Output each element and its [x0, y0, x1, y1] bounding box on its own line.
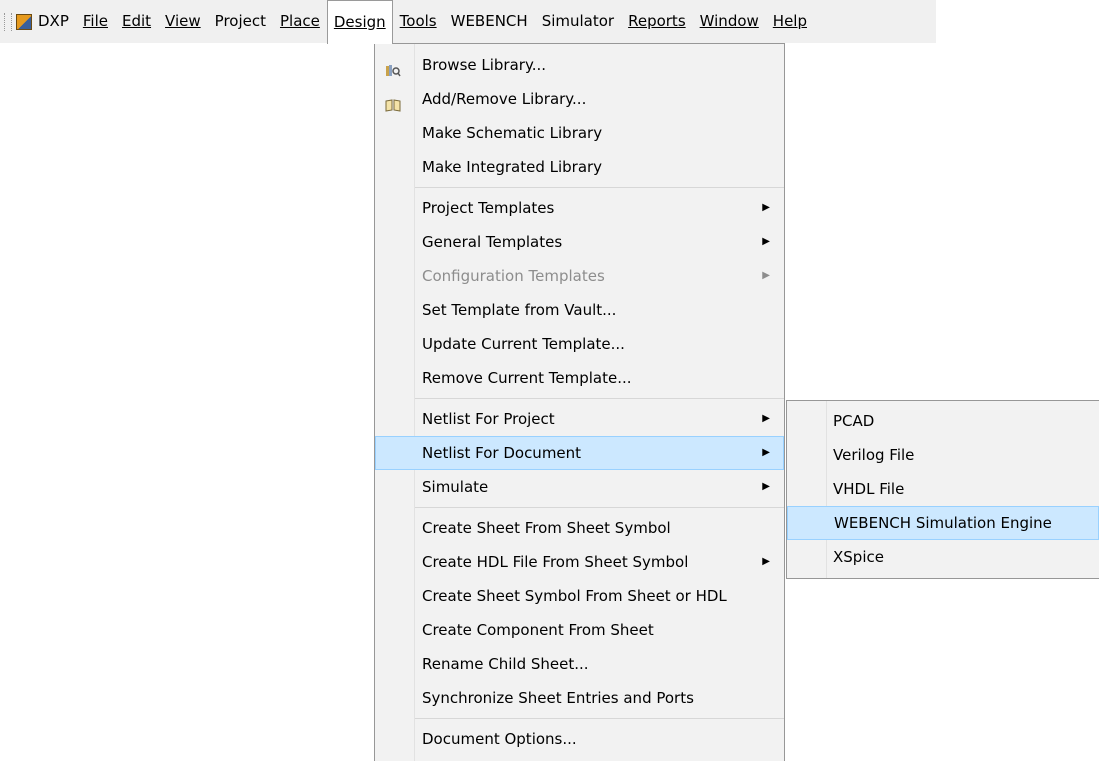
- menu-item-update-current-template[interactable]: Update Current Template...: [375, 327, 784, 361]
- menu-item-label: Configuration Templates: [422, 267, 605, 285]
- menu-separator: [415, 187, 784, 188]
- menu-item-label: PCAD: [833, 412, 875, 430]
- menu-item-netlist-for-project[interactable]: Netlist For Project ▶: [375, 402, 784, 436]
- submenu-arrow-icon: ▶: [762, 202, 770, 213]
- menu-help[interactable]: Help: [766, 0, 814, 43]
- menu-item-label: Make Integrated Library: [422, 158, 603, 176]
- menu-item-create-sheet-from-sheet-symbol[interactable]: Create Sheet From Sheet Symbol: [375, 511, 784, 545]
- submenu-arrow-icon: ▶: [762, 447, 770, 458]
- submenu-arrow-icon: ▶: [762, 270, 770, 281]
- menu-item-label: Project Templates: [422, 199, 555, 217]
- menu-item-label: Create Sheet Symbol From Sheet or HDL: [422, 587, 727, 605]
- menu-item-label: Browse Library...: [422, 56, 546, 74]
- menu-item-label: Add/Remove Library...: [422, 90, 587, 108]
- menu-item-label: Create Component From Sheet: [422, 621, 654, 639]
- menu-item-rename-child-sheet[interactable]: Rename Child Sheet...: [375, 647, 784, 681]
- menu-window[interactable]: Window: [693, 0, 766, 43]
- submenu-item-verilog-file[interactable]: Verilog File: [787, 438, 1099, 472]
- menu-simulator-label: Simulator: [541, 12, 615, 30]
- menu-help-label: Help: [772, 12, 807, 30]
- menu-item-label: Verilog File: [833, 446, 915, 464]
- menu-item-browse-library[interactable]: Browse Library...: [375, 48, 784, 82]
- menu-file[interactable]: File: [76, 0, 115, 43]
- menu-item-create-component-from-sheet[interactable]: Create Component From Sheet: [375, 613, 784, 647]
- menu-item-label: Synchronize Sheet Entries and Ports: [422, 689, 694, 707]
- submenu-arrow-icon: ▶: [762, 413, 770, 424]
- menu-item-create-hdl-file-from-sheet-symbol[interactable]: Create HDL File From Sheet Symbol ▶: [375, 545, 784, 579]
- menu-place-label: Place: [279, 12, 320, 30]
- submenu-item-xspice[interactable]: XSpice: [787, 540, 1099, 574]
- menu-project-label: Project: [214, 12, 266, 30]
- menu-view[interactable]: View: [158, 0, 208, 43]
- submenu-item-pcad[interactable]: PCAD: [787, 404, 1099, 438]
- menu-dxp[interactable]: DXP: [35, 0, 76, 43]
- menu-item-make-integrated-library[interactable]: Make Integrated Library: [375, 150, 784, 184]
- menu-item-remove-current-template[interactable]: Remove Current Template...: [375, 361, 784, 395]
- submenu-arrow-icon: ▶: [762, 236, 770, 247]
- book-icon: [385, 91, 401, 112]
- menu-item-configuration-templates: Configuration Templates ▶: [375, 259, 784, 293]
- menu-reports-label: Reports: [628, 12, 686, 30]
- menu-item-label: Create HDL File From Sheet Symbol: [422, 553, 689, 571]
- menu-item-label: XSpice: [833, 548, 884, 566]
- menu-item-label: Rename Child Sheet...: [422, 655, 589, 673]
- menu-item-label: Netlist For Document: [422, 444, 582, 462]
- submenu-item-webench-simulation-engine[interactable]: WEBENCH Simulation Engine: [787, 506, 1099, 540]
- menu-webench-label: WEBENCH: [450, 12, 528, 30]
- menubar-grip[interactable]: [4, 12, 12, 31]
- menu-dxp-label: DXP: [38, 12, 69, 30]
- dxp-logo-icon: [16, 13, 32, 30]
- menu-item-simulate[interactable]: Simulate ▶: [375, 470, 784, 504]
- submenu-arrow-icon: ▶: [762, 481, 770, 492]
- menu-webench[interactable]: WEBENCH: [444, 0, 535, 43]
- menu-item-label: Netlist For Project: [422, 410, 555, 428]
- netlist-for-document-submenu: PCAD Verilog File VHDL File WEBENCH Simu…: [786, 400, 1099, 579]
- menu-item-add-remove-library[interactable]: Add/Remove Library...: [375, 82, 784, 116]
- menu-item-label: VHDL File: [833, 480, 905, 498]
- menu-view-label: View: [165, 12, 201, 30]
- menu-separator: [415, 718, 784, 719]
- menu-item-document-options[interactable]: Document Options...: [375, 722, 784, 756]
- menu-window-label: Window: [699, 12, 759, 30]
- design-menu: Browse Library... Add/Remove Library... …: [374, 43, 785, 761]
- menu-project[interactable]: Project: [208, 0, 273, 43]
- menu-separator: [415, 507, 784, 508]
- menu-item-label: Update Current Template...: [422, 335, 625, 353]
- menu-item-netlist-for-document[interactable]: Netlist For Document ▶: [375, 436, 784, 470]
- menu-item-label: WEBENCH Simulation Engine: [834, 514, 1052, 532]
- menu-place[interactable]: Place: [273, 0, 327, 43]
- menu-edit-label: Edit: [121, 12, 152, 30]
- menubar: DXP File Edit View Project Place Design …: [0, 0, 936, 44]
- menu-item-general-templates[interactable]: General Templates ▶: [375, 225, 784, 259]
- menu-separator: [415, 398, 784, 399]
- menu-item-project-templates[interactable]: Project Templates ▶: [375, 191, 784, 225]
- menu-design[interactable]: Design: [326, 0, 393, 44]
- menu-item-label: Create Sheet From Sheet Symbol: [422, 519, 671, 537]
- menu-item-label: Simulate: [422, 478, 489, 496]
- menu-item-label: Remove Current Template...: [422, 369, 632, 387]
- menu-item-label: Document Options...: [422, 730, 577, 748]
- menu-simulator[interactable]: Simulator: [535, 0, 621, 43]
- menu-item-make-schematic-library[interactable]: Make Schematic Library: [375, 116, 784, 150]
- menu-item-label: Set Template from Vault...: [422, 301, 617, 319]
- menu-item-create-sheet-symbol-from-sheet[interactable]: Create Sheet Symbol From Sheet or HDL: [375, 579, 784, 613]
- browse-library-icon: [385, 57, 401, 77]
- menu-item-label: Make Schematic Library: [422, 124, 603, 142]
- menu-file-label: File: [82, 12, 108, 30]
- menu-item-set-template-from-vault[interactable]: Set Template from Vault...: [375, 293, 784, 327]
- menu-tools-label: Tools: [399, 12, 437, 30]
- submenu-item-vhdl-file[interactable]: VHDL File: [787, 472, 1099, 506]
- menu-edit[interactable]: Edit: [115, 0, 158, 43]
- menu-design-label: Design: [333, 12, 386, 31]
- submenu-arrow-icon: ▶: [762, 556, 770, 567]
- menu-reports[interactable]: Reports: [621, 0, 693, 43]
- menu-item-synchronize-sheet-entries[interactable]: Synchronize Sheet Entries and Ports: [375, 681, 784, 715]
- menu-tools[interactable]: Tools: [393, 0, 444, 43]
- menu-item-label: General Templates: [422, 233, 563, 251]
